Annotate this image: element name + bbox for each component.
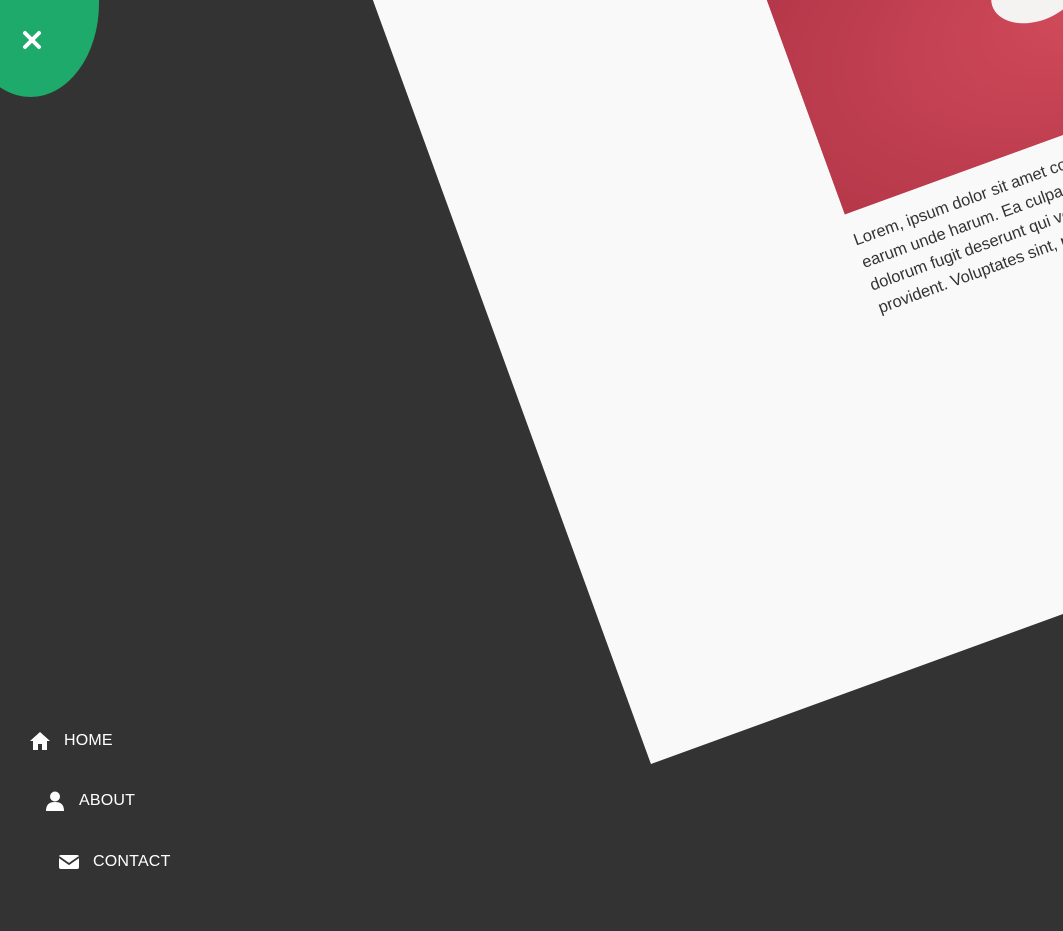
nav-item-label: HOME — [64, 732, 113, 749]
nav-item-label: ABOUT — [79, 792, 136, 809]
nav-item-home[interactable]: HOME — [29, 731, 113, 751]
nav-item-about[interactable]: ABOUT — [44, 791, 135, 811]
rotated-page: p — [220, 0, 1063, 765]
app-stage: p — [0, 0, 1063, 931]
nav-item-label: CONTACT — [93, 853, 171, 870]
home-icon — [29, 731, 51, 751]
nav-item-contact[interactable]: CONTACT — [58, 852, 171, 872]
close-icon — [23, 31, 41, 49]
envelope-icon — [58, 852, 80, 872]
user-icon — [44, 791, 66, 811]
close-menu-button[interactable] — [0, 0, 99, 97]
